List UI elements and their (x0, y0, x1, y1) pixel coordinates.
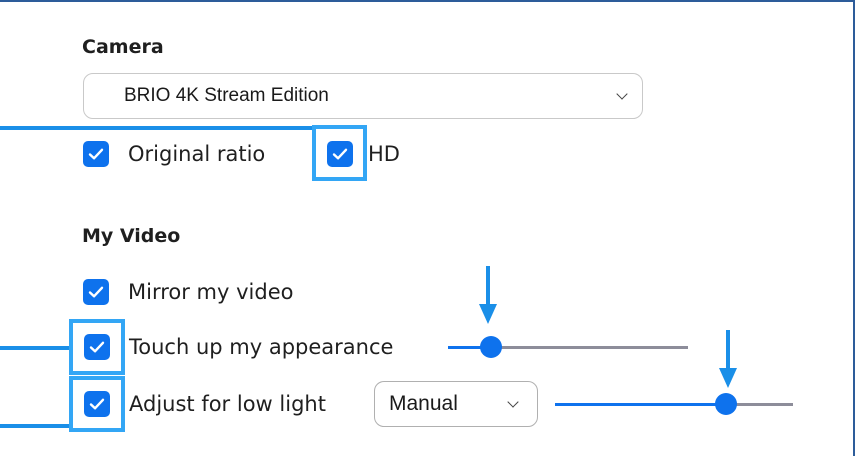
low-light-mode-select[interactable]: Manual (374, 381, 538, 427)
chevron-down-icon (507, 396, 519, 408)
camera-device-select[interactable]: BRIO 4K Stream Edition (83, 73, 643, 119)
my-video-heading: My Video (82, 225, 181, 247)
checkmark-icon (332, 148, 348, 160)
touch-up-slider-thumb[interactable] (480, 336, 502, 358)
touch-up-slider[interactable] (448, 336, 688, 358)
touch-up-checkbox[interactable] (84, 334, 110, 360)
hd-checkbox[interactable] (327, 141, 353, 167)
checkmark-icon (89, 398, 105, 410)
arrow-down-icon (719, 330, 737, 388)
original-ratio-checkbox[interactable] (83, 141, 109, 167)
original-ratio-label: Original ratio (128, 142, 266, 166)
chevron-down-icon (616, 88, 628, 100)
checkmark-icon (88, 148, 104, 160)
callout-line-low-light (0, 424, 73, 428)
checkmark-icon (89, 341, 105, 353)
low-light-label: Adjust for low light (129, 392, 326, 416)
camera-device-value: BRIO 4K Stream Edition (124, 85, 329, 106)
mirror-video-checkbox[interactable] (83, 279, 109, 305)
camera-heading: Camera (82, 36, 164, 58)
low-light-slider-thumb[interactable] (715, 393, 737, 415)
low-light-checkbox[interactable] (84, 391, 110, 417)
checkmark-icon (88, 286, 104, 298)
low-light-mode-value: Manual (389, 392, 458, 415)
touch-up-label: Touch up my appearance (129, 335, 394, 359)
callout-line-hd (0, 126, 316, 130)
callout-line-touch-up (0, 346, 72, 350)
hd-label: HD (368, 142, 400, 166)
low-light-slider-fill (555, 403, 726, 406)
low-light-slider[interactable] (555, 393, 793, 415)
arrow-down-icon (479, 266, 497, 324)
touch-up-slider-track (491, 346, 688, 349)
mirror-video-label: Mirror my video (128, 280, 294, 304)
